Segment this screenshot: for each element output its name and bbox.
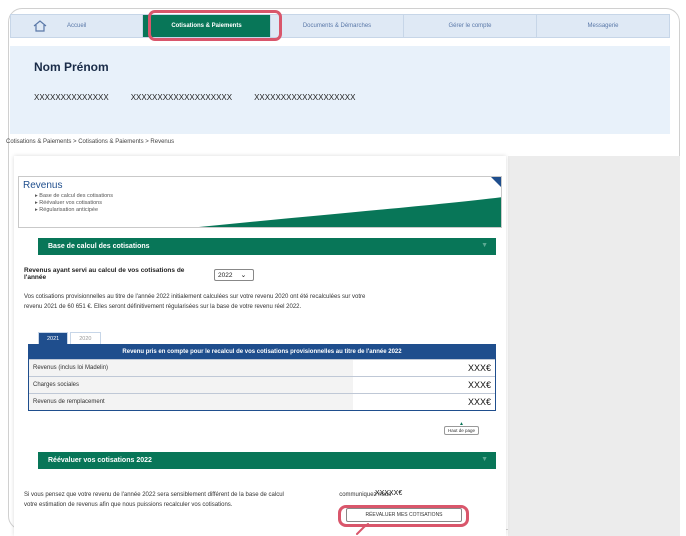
table-header: Revenu pris en compte pour le recalcul d… xyxy=(29,345,495,359)
revenus-links: Base de calcul des cotisations Réévaluer… xyxy=(35,193,113,214)
table-row: Revenus (inclus loi Madelin) XXX€ xyxy=(29,359,495,376)
info-line: Vos cotisations provisionnelles au titre… xyxy=(24,294,366,300)
reevaluer-text-start: Si vous pensez que votre revenu de l'ann… xyxy=(24,492,284,498)
breadcrumb: Cotisations & Paiements > Cotisations & … xyxy=(6,139,175,145)
link-reevaluer[interactable]: Réévaluer vos cotisations xyxy=(35,200,113,207)
row-label: Revenus (inclus loi Madelin) xyxy=(29,360,353,376)
content-card: Revenus Base de calcul des cotisations R… xyxy=(14,156,506,536)
side-area xyxy=(508,156,680,536)
arrow-up-icon: ▲ xyxy=(459,421,464,427)
year-label-line: l'année xyxy=(24,274,47,281)
revenus-title: Revenus xyxy=(23,180,63,191)
profile-ids: XXXXXXXXXXXXXX XXXXXXXXXXXXXXXXXXX XXXXX… xyxy=(34,93,355,102)
nav-item-documents[interactable]: Documents & Démarches xyxy=(271,15,404,37)
estimated-amount: XXXXX€ xyxy=(375,490,403,497)
nav-item-accueil[interactable]: Accueil xyxy=(11,15,143,37)
section-reevaluer-header[interactable]: Réévaluer vos cotisations 2022 ▼ xyxy=(38,452,496,469)
chevron-down-icon: ▼ xyxy=(481,242,488,249)
row-value: XXX€ xyxy=(467,380,491,390)
year-label-line: Revenus ayant servi au calcul de vos cot… xyxy=(24,267,185,274)
haut-de-page-button[interactable]: ▲ Haut de page xyxy=(444,421,480,435)
chevron-down-icon: ⌄ xyxy=(240,272,247,279)
link-base-calcul[interactable]: Base de calcul des cotisations xyxy=(35,193,113,200)
profile-id: XXXXXXXXXXXXXXXXXXX xyxy=(130,93,233,102)
year-select[interactable]: 2022 ⌄ xyxy=(214,269,254,281)
row-value: XXX€ xyxy=(467,397,491,407)
row-label: Revenus de remplacement xyxy=(29,394,353,410)
year-label: Revenus ayant servi au calcul de vos cot… xyxy=(24,267,184,281)
nav-label-accueil: Accueil xyxy=(67,23,87,29)
row-label: Charges sociales xyxy=(29,377,353,393)
table-row: Charges sociales XXX€ xyxy=(29,376,495,393)
haut-de-page-label: Haut de page xyxy=(448,428,476,433)
nav-item-messagerie[interactable]: Messagerie xyxy=(537,15,669,37)
reevaluer-text: Si vous pensez que votre revenu de l'ann… xyxy=(24,490,391,510)
cursor-pointer-icon xyxy=(356,523,369,535)
info-line: revenu 2021 de 60 651 €. Elles seront dé… xyxy=(24,304,302,310)
revenus-box: Revenus Base de calcul des cotisations R… xyxy=(18,176,502,228)
link-regularisation[interactable]: Régularisation anticipée xyxy=(35,207,113,214)
profile-id: XXXXXXXXXXXXXX xyxy=(34,93,109,102)
section-base-calcul-header[interactable]: Base de calcul des cotisations ▼ xyxy=(38,238,496,255)
profile-name: Nom Prénom xyxy=(34,60,109,74)
highlight-nav-tab xyxy=(148,10,282,41)
reevaluer-line: Si vous pensez que votre revenu de l'ann… xyxy=(24,490,391,500)
revenue-table: Revenu pris en compte pour le recalcul d… xyxy=(28,344,496,411)
reevaluer-line: votre estimation de revenus afin que nou… xyxy=(24,502,233,508)
nav-item-compte[interactable]: Gérer le compte xyxy=(404,15,537,37)
table-row: Revenus de remplacement XXX€ xyxy=(29,393,495,410)
info-text: Vos cotisations provisionnelles au titre… xyxy=(24,292,365,312)
profile-panel: Nom Prénom XXXXXXXXXXXXXX XXXXXXXXXXXXXX… xyxy=(10,46,670,134)
profile-id: XXXXXXXXXXXXXXXXXXX xyxy=(254,93,356,102)
section-title: Base de calcul des cotisations xyxy=(48,243,150,250)
section-title: Réévaluer vos cotisations 2022 xyxy=(48,457,152,464)
row-value: XXX€ xyxy=(467,363,491,373)
year-select-value: 2022 xyxy=(218,271,233,279)
home-icon xyxy=(33,20,47,32)
main-nav: Accueil Cotisations & Paiements Document… xyxy=(10,14,670,38)
chevron-down-icon: ▼ xyxy=(481,456,488,463)
